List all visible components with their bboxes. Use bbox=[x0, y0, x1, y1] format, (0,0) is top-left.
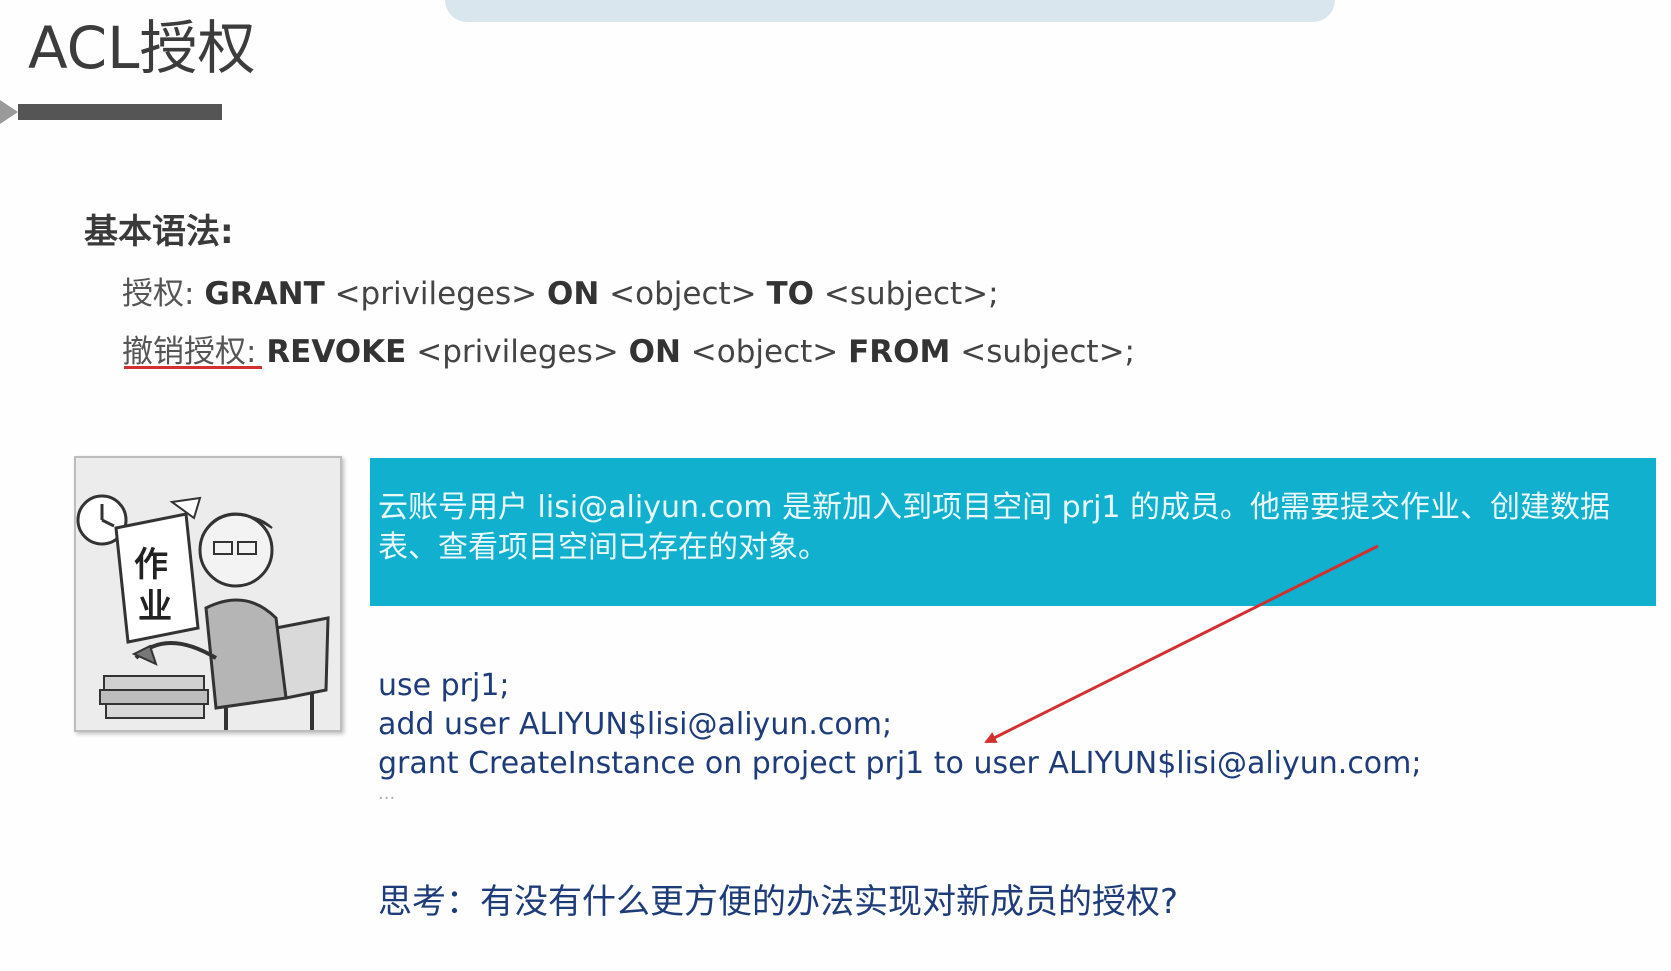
revoke-keyword: REVOKE bbox=[266, 334, 407, 370]
scenario-banner-text: 云账号用户 lisi@aliyun.com 是新加入到项目空间 prj1 的成员… bbox=[378, 490, 1611, 565]
revoke-label-underline bbox=[124, 366, 262, 369]
revoke-on-keyword: ON bbox=[628, 334, 681, 370]
revoke-object-arg: <object> bbox=[690, 334, 839, 370]
slide: ACL授权 基本语法: 授权: GRANT <privileges> ON <o… bbox=[0, 0, 1671, 971]
code-line: add user ALIYUN$lisi@aliyun.com; bbox=[378, 707, 893, 742]
code-line: use prj1; bbox=[378, 668, 510, 703]
code-ellipsis: ... bbox=[378, 783, 396, 804]
code-line: grant CreateInstance on project prj1 to … bbox=[378, 746, 1422, 781]
title-bar-tip bbox=[0, 100, 18, 124]
thinking-question: 思考：有没有什么更方便的办法实现对新成员的授权? bbox=[378, 882, 1179, 922]
grant-label: 授权: bbox=[122, 276, 195, 312]
cartoon-sign-char-1: 作 bbox=[134, 545, 168, 585]
grant-privileges-arg: <privileges> bbox=[334, 276, 538, 312]
revoke-subject-arg: <subject>; bbox=[960, 334, 1135, 370]
revoke-label: 撤销授权: bbox=[122, 334, 257, 370]
grant-to-keyword: TO bbox=[766, 276, 814, 312]
homework-cartoon-illustration: 作 业 bbox=[74, 456, 342, 732]
syntax-heading: 基本语法: bbox=[84, 212, 234, 252]
code-block: use prj1; add user ALIYUN$lisi@aliyun.co… bbox=[378, 666, 1422, 805]
grant-keyword: GRANT bbox=[204, 276, 325, 312]
revoke-privileges-arg: <privileges> bbox=[416, 334, 619, 370]
grant-on-keyword: ON bbox=[546, 276, 600, 312]
revoke-from-keyword: FROM bbox=[848, 334, 951, 370]
book-stack bbox=[99, 675, 209, 719]
grant-syntax-line: 授权: GRANT <privileges> ON <object> TO <s… bbox=[122, 268, 999, 313]
grant-subject-arg: <subject>; bbox=[823, 276, 999, 312]
top-decorative-tab bbox=[445, 0, 1335, 22]
cartoon-drawing: 作 业 bbox=[76, 458, 340, 730]
cartoon-sign-char-2: 业 bbox=[138, 587, 172, 627]
slide-title: ACL授权 bbox=[28, 14, 256, 82]
grant-object-arg: <object> bbox=[609, 276, 757, 312]
revoke-syntax-line: 撤销授权: REVOKE <privileges> ON <object> FR… bbox=[122, 326, 1135, 371]
title-underline-bar bbox=[18, 104, 222, 120]
